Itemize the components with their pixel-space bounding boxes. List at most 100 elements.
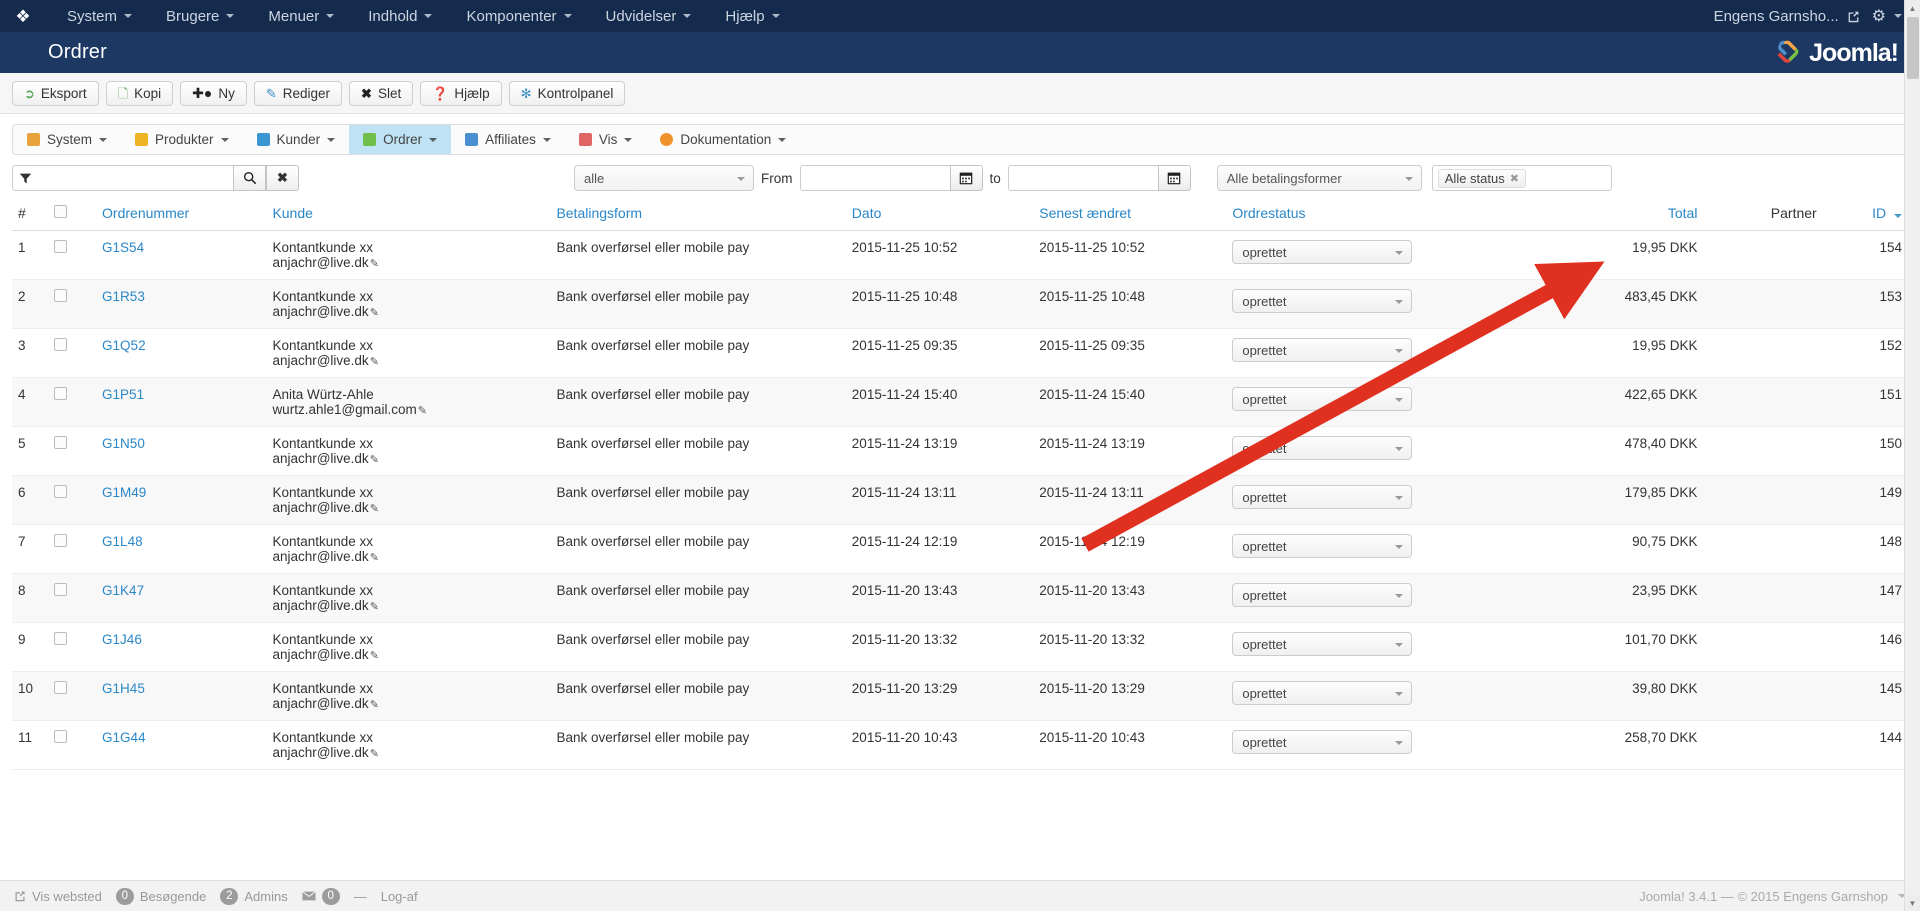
- submenu-item-vis[interactable]: Vis: [565, 125, 647, 154]
- col-dato[interactable]: Dato: [845, 199, 1034, 231]
- order-link[interactable]: G1L48: [102, 534, 143, 549]
- row-checkbox[interactable]: [54, 338, 68, 351]
- select-all-checkbox[interactable]: [54, 205, 68, 218]
- kontrolpanel-button[interactable]: ✻ Kontrolpanel: [508, 80, 626, 106]
- payment-method-select[interactable]: Alle betalingsformer: [1216, 165, 1422, 191]
- edit-customer-icon[interactable]: ✎: [370, 699, 379, 711]
- submenu-item-dokumentation[interactable]: Dokumentation: [646, 125, 800, 154]
- date-to-input[interactable]: [1007, 165, 1158, 191]
- order-status-select[interactable]: oprettet: [1232, 240, 1413, 264]
- edit-customer-icon[interactable]: ✎: [370, 356, 379, 368]
- col-id[interactable]: ID: [1822, 199, 1908, 231]
- rediger-button[interactable]: ✎ Rediger: [253, 80, 343, 106]
- order-status-select[interactable]: oprettet: [1232, 485, 1413, 509]
- order-status-select[interactable]: oprettet: [1232, 289, 1413, 313]
- col-kunde[interactable]: Kunde: [266, 199, 551, 231]
- topnav-item-komponenter[interactable]: Komponenter: [449, 2, 588, 31]
- scroll-up-icon[interactable]: ▲: [1905, 0, 1920, 16]
- edit-customer-icon[interactable]: ✎: [370, 454, 379, 466]
- row-checkbox[interactable]: [54, 534, 68, 547]
- admin-settings-menu[interactable]: ⚙: [1872, 6, 1902, 26]
- topnav-item-udvidelser[interactable]: Udvidelser: [589, 2, 709, 31]
- customer-email: anjachr@live.dk: [272, 696, 369, 711]
- order-status-value: oprettet: [1242, 587, 1287, 603]
- status-multiselect[interactable]: Alle status ✖: [1431, 165, 1612, 191]
- scroll-down-icon[interactable]: ▼: [1905, 895, 1920, 911]
- order-status-select[interactable]: oprettet: [1232, 338, 1413, 362]
- order-link[interactable]: G1P51: [102, 387, 144, 402]
- topnav-item-indhold[interactable]: Indhold: [351, 2, 449, 31]
- topnav-item-system[interactable]: System: [50, 2, 149, 31]
- edit-customer-icon[interactable]: ✎: [418, 405, 427, 417]
- row-checkbox[interactable]: [54, 632, 68, 645]
- row-checkbox[interactable]: [54, 387, 68, 400]
- col-betalingsform[interactable]: Betalingsform: [550, 199, 846, 231]
- order-status-select[interactable]: oprettet: [1232, 534, 1413, 558]
- edit-customer-icon[interactable]: ✎: [370, 748, 379, 760]
- row-checkbox[interactable]: [54, 583, 68, 596]
- joomla-mark-icon[interactable]: ❖: [10, 8, 36, 25]
- order-link[interactable]: G1M49: [102, 485, 146, 500]
- order-status-select[interactable]: oprettet: [1232, 583, 1413, 607]
- kopi-button[interactable]: 🗋 Kopi: [105, 80, 174, 106]
- search-button[interactable]: [233, 165, 266, 191]
- col-senest-aendret[interactable]: Senest ændret: [1033, 199, 1227, 231]
- topnav-item-menuer[interactable]: Menuer: [251, 2, 351, 31]
- col-ordrestatus[interactable]: Ordrestatus: [1226, 199, 1556, 231]
- topnav-item-hjaelp[interactable]: Hjælp: [708, 2, 796, 31]
- status-chip[interactable]: Alle status ✖: [1437, 168, 1526, 188]
- edit-customer-icon[interactable]: ✎: [370, 650, 379, 662]
- search-input[interactable]: [38, 165, 233, 191]
- site-name-link[interactable]: Engens Garnsho...: [1714, 8, 1860, 25]
- row-checkbox[interactable]: [54, 730, 68, 743]
- edit-customer-icon[interactable]: ✎: [370, 503, 379, 515]
- messages-status[interactable]: 0: [301, 887, 340, 905]
- row-checkbox[interactable]: [54, 681, 68, 694]
- row-checkbox[interactable]: [54, 485, 68, 498]
- date-to-calendar-button[interactable]: [1157, 165, 1191, 191]
- row-checkbox[interactable]: [54, 289, 68, 302]
- submenu-item-system[interactable]: System: [13, 125, 121, 154]
- date-from-input[interactable]: [799, 165, 950, 191]
- view-site-link[interactable]: Vis websted: [14, 889, 102, 904]
- order-status-select[interactable]: oprettet: [1232, 632, 1413, 656]
- order-link[interactable]: G1H45: [102, 681, 145, 696]
- order-status-select[interactable]: oprettet: [1232, 436, 1413, 460]
- col-ordrenummer[interactable]: Ordrenummer: [96, 199, 267, 231]
- order-link[interactable]: G1J46: [102, 632, 142, 647]
- order-link[interactable]: G1G44: [102, 730, 146, 745]
- edit-customer-icon[interactable]: ✎: [370, 307, 379, 319]
- col-total[interactable]: Total: [1555, 199, 1704, 231]
- remove-chip-icon[interactable]: ✖: [1510, 172, 1519, 185]
- clear-search-button[interactable]: ✖: [266, 165, 299, 191]
- submenu-item-ordrer[interactable]: Ordrer: [349, 125, 452, 154]
- order-link[interactable]: G1S54: [102, 240, 144, 255]
- topnav-item-brugere[interactable]: Brugere: [149, 2, 251, 31]
- edit-customer-icon[interactable]: ✎: [370, 258, 379, 270]
- chevron-down-icon: [220, 137, 229, 142]
- plus-icon: ✚●: [192, 85, 213, 101]
- eksport-button[interactable]: ➲ Eksport: [12, 80, 99, 106]
- order-status-select[interactable]: oprettet: [1232, 387, 1413, 411]
- date-from-calendar-button[interactable]: [949, 165, 983, 191]
- row-checkbox[interactable]: [54, 436, 68, 449]
- slet-button[interactable]: ✖ Slet: [349, 80, 414, 106]
- submenu-item-kunder[interactable]: Kunder: [243, 125, 350, 154]
- order-link[interactable]: G1N50: [102, 436, 145, 451]
- edit-customer-icon[interactable]: ✎: [370, 601, 379, 613]
- ny-button[interactable]: ✚● Ny: [180, 80, 247, 106]
- submenu-item-produkter[interactable]: Produkter: [121, 125, 243, 154]
- order-link[interactable]: G1Q52: [102, 338, 146, 353]
- edit-customer-icon[interactable]: ✎: [370, 552, 379, 564]
- submenu-item-affiliates[interactable]: Affiliates: [451, 125, 565, 154]
- order-link[interactable]: G1R53: [102, 289, 145, 304]
- scrollbar-thumb[interactable]: [1907, 17, 1919, 79]
- period-select[interactable]: alle: [574, 165, 754, 191]
- hjaelp-button[interactable]: ❓ Hjælp: [420, 80, 502, 106]
- logout-link[interactable]: Log-af: [381, 889, 418, 904]
- order-status-select[interactable]: oprettet: [1232, 730, 1413, 754]
- row-checkbox[interactable]: [54, 240, 68, 253]
- order-status-select[interactable]: oprettet: [1232, 681, 1413, 705]
- page-scrollbar[interactable]: ▲ ▼: [1904, 0, 1920, 911]
- order-link[interactable]: G1K47: [102, 583, 144, 598]
